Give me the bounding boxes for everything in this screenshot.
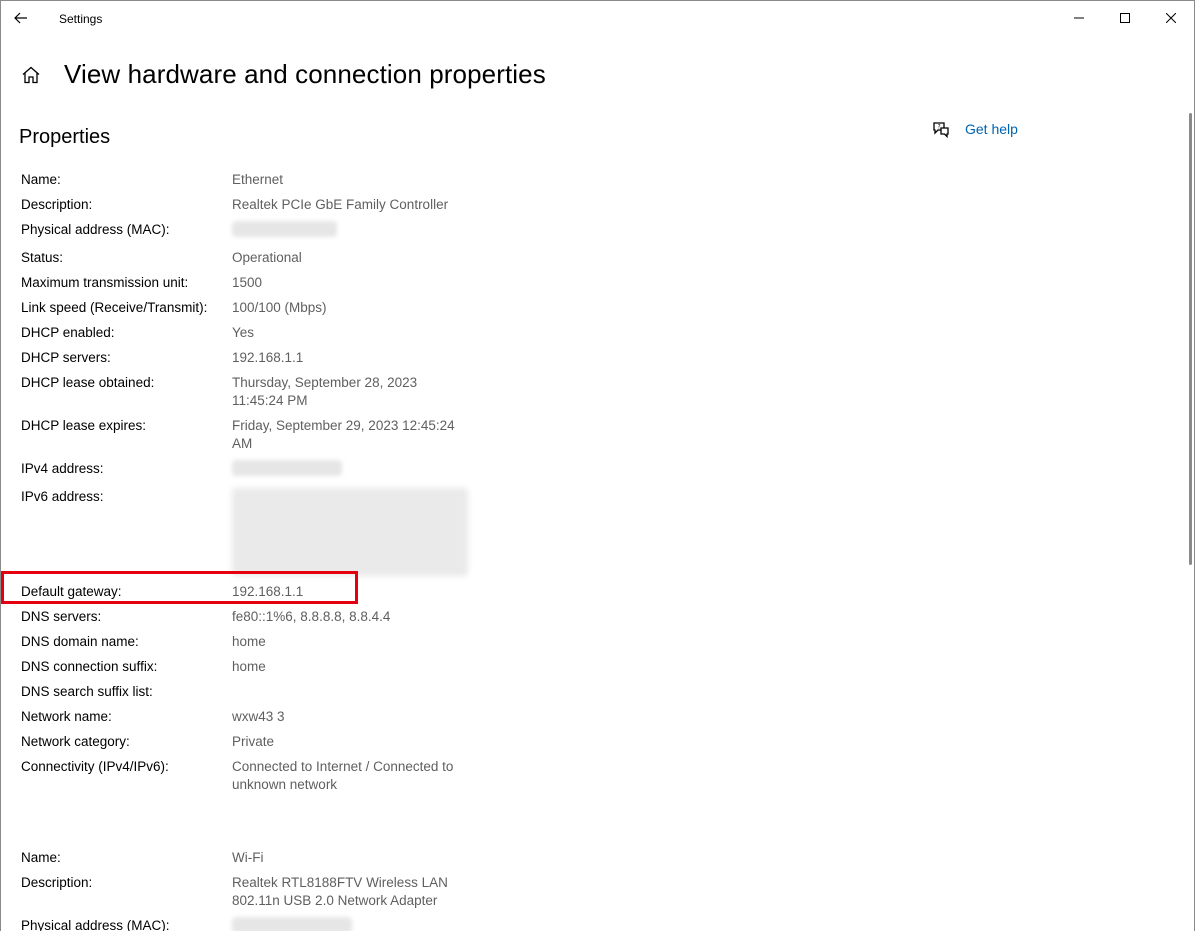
prop-label: DNS search suffix list: (21, 684, 153, 699)
scrollbar[interactable] (1189, 113, 1192, 565)
prop-row-name: Name: Ethernet (21, 171, 481, 189)
close-button[interactable] (1148, 1, 1194, 35)
prop-value: Ethernet (232, 172, 284, 187)
properties-list: Name: Ethernet Description: Realtek PCIe… (21, 171, 481, 931)
prop-value: Private (232, 734, 275, 749)
prop-value: Realtek PCIe GbE Family Controller (232, 197, 449, 212)
prop-value: Thursday, September 28, 2023 11:45:24 PM (232, 375, 418, 408)
back-arrow-icon (14, 12, 27, 24)
prop-value-redacted (232, 488, 472, 576)
get-help-link[interactable]: ? Get help (931, 119, 1018, 139)
prop-label: Name: (21, 172, 61, 187)
prop-label: DHCP lease expires: (21, 418, 147, 433)
prop-row-dhcp-enabled: DHCP enabled: Yes (21, 324, 481, 342)
prop-row-network-category: Network category: Private (21, 733, 481, 751)
svg-text:?: ? (938, 124, 941, 131)
prop-row-dhcp-servers: DHCP servers: 192.168.1.1 (21, 349, 481, 367)
prop-value: home (232, 634, 266, 649)
minimize-icon (1074, 17, 1084, 19)
prop-label: Connectivity (IPv4/IPv6): (21, 759, 169, 774)
app-title: Settings (59, 12, 103, 26)
prop-label: DHCP servers: (21, 350, 111, 365)
prop-row-status: Status: Operational (21, 249, 481, 267)
prop-label: DNS servers: (21, 609, 102, 624)
home-icon (22, 66, 40, 83)
home-button[interactable] (20, 64, 42, 86)
minimize-button[interactable] (1056, 1, 1102, 35)
window-controls (1056, 1, 1194, 33)
maximize-button[interactable] (1102, 1, 1148, 35)
get-help-label: Get help (965, 121, 1018, 137)
page-title: View hardware and connection properties (64, 59, 546, 89)
adapter-separator (21, 801, 481, 849)
prop-label: Description: (21, 197, 93, 212)
prop-label: DHCP lease obtained: (21, 375, 155, 390)
prop-row-ipv6: IPv6 address: (21, 488, 481, 576)
prop-row-dns-search: DNS search suffix list: (21, 683, 481, 701)
prop-label: Physical address (MAC): (21, 918, 170, 931)
prop-value-redacted (232, 917, 472, 931)
prop-value: wxw43 3 (232, 709, 285, 724)
page-header: View hardware and connection properties (20, 59, 546, 90)
prop-label: Status: (21, 250, 64, 265)
prop-row-name: Name: Wi-Fi (21, 849, 481, 867)
prop-value (232, 683, 472, 701)
prop-row-description: Description: Realtek PCIe GbE Family Con… (21, 196, 481, 214)
prop-value: Friday, September 29, 2023 12:45:24 AM (232, 418, 455, 451)
prop-label: DNS connection suffix: (21, 659, 158, 674)
prop-value: Operational (232, 250, 302, 265)
prop-row-mac: Physical address (MAC): (21, 221, 481, 242)
close-icon (1166, 13, 1176, 23)
prop-row-description: Description: Realtek RTL8188FTV Wireless… (21, 874, 481, 910)
prop-row-dns-suffix: DNS connection suffix: home (21, 658, 481, 676)
prop-value: home (232, 659, 266, 674)
default-gateway-highlight (1, 571, 358, 604)
prop-value: Connected to Internet / Connected to unk… (232, 759, 454, 792)
prop-label: Physical address (MAC): (21, 222, 170, 237)
prop-value-redacted (232, 221, 472, 242)
prop-value: 100/100 (Mbps) (232, 300, 327, 315)
prop-row-connectivity: Connectivity (IPv4/IPv6): Connected to I… (21, 758, 481, 794)
prop-label: Maximum transmission unit: (21, 275, 189, 290)
prop-label: IPv4 address: (21, 461, 104, 476)
prop-value-redacted (232, 460, 472, 481)
prop-label: Network name: (21, 709, 112, 724)
prop-label: DHCP enabled: (21, 325, 115, 340)
prop-label: DNS domain name: (21, 634, 139, 649)
prop-row-ipv4: IPv4 address: (21, 460, 481, 481)
prop-value: Realtek RTL8188FTV Wireless LAN 802.11n … (232, 875, 448, 908)
section-title: Properties (19, 126, 111, 148)
prop-value: Wi-Fi (232, 850, 264, 865)
prop-value: 192.168.1.1 (232, 350, 304, 365)
settings-window: Settings View hardware and connection pr… (0, 0, 1195, 931)
prop-row-mac: Physical address (MAC): (21, 917, 481, 931)
prop-value: Yes (232, 325, 255, 340)
prop-row-lease-obtained: DHCP lease obtained: Thursday, September… (21, 374, 481, 410)
chat-help-icon: ? (933, 122, 949, 139)
prop-row-dns-servers: DNS servers: fe80::1%6, 8.8.8.8, 8.8.4.4 (21, 608, 481, 626)
prop-row-link-speed: Link speed (Receive/Transmit): 100/100 (… (21, 299, 481, 317)
title-bar: Settings (1, 1, 1194, 37)
prop-label: Name: (21, 850, 61, 865)
prop-label: Description: (21, 875, 93, 890)
prop-row-mtu: Maximum transmission unit: 1500 (21, 274, 481, 292)
prop-row-lease-expires: DHCP lease expires: Friday, September 29… (21, 417, 481, 453)
back-button[interactable] (7, 4, 35, 32)
maximize-icon (1120, 13, 1130, 23)
prop-label: Link speed (Receive/Transmit): (21, 300, 208, 315)
prop-label: IPv6 address: (21, 489, 104, 504)
prop-value: fe80::1%6, 8.8.8.8, 8.8.4.4 (232, 609, 391, 624)
prop-value: 1500 (232, 275, 263, 290)
prop-row-network-name: Network name: wxw43 3 (21, 708, 481, 726)
prop-label: Network category: (21, 734, 130, 749)
prop-row-dns-domain: DNS domain name: home (21, 633, 481, 651)
